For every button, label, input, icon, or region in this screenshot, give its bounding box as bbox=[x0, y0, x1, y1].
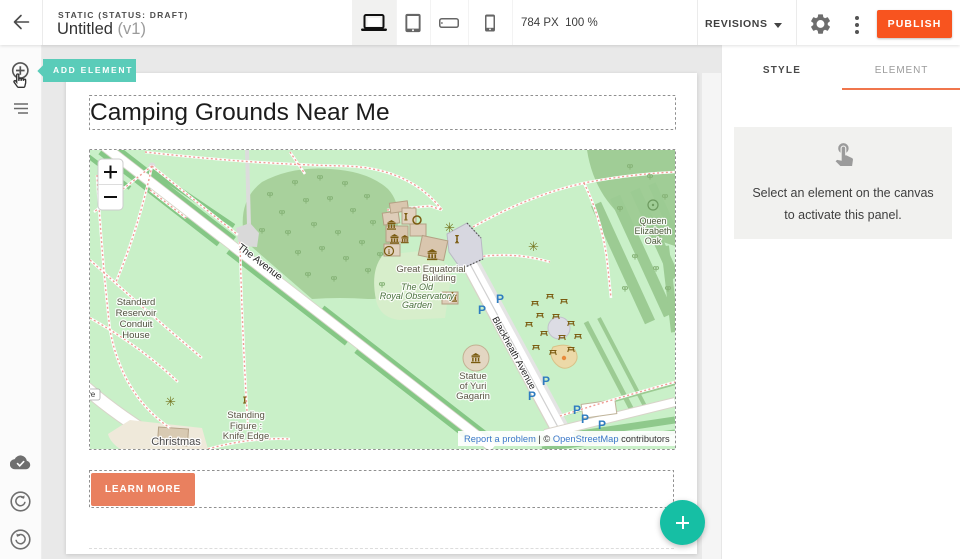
svg-text:Elizabeth: Elizabeth bbox=[634, 226, 671, 236]
svg-text:i: i bbox=[388, 248, 390, 256]
svg-text:Queen: Queen bbox=[639, 216, 666, 226]
svg-text:Standard: Standard bbox=[117, 297, 156, 308]
svg-text:ve: ve bbox=[90, 390, 96, 399]
svg-text:Gagarin: Gagarin bbox=[456, 391, 490, 402]
svg-text:Garden: Garden bbox=[402, 300, 432, 310]
svg-text:Standing: Standing bbox=[227, 410, 265, 421]
svg-text:House: House bbox=[122, 330, 149, 341]
svg-text:Knife Edge: Knife Edge bbox=[223, 431, 269, 442]
svg-text:Report a problem | © OpenStree: Report a problem | © OpenStreetMap contr… bbox=[464, 434, 670, 444]
svg-text:Conduit: Conduit bbox=[120, 319, 153, 330]
svg-text:Christmas: Christmas bbox=[151, 436, 201, 448]
svg-text:Reservoir: Reservoir bbox=[116, 308, 157, 319]
svg-text:Oak: Oak bbox=[645, 236, 662, 246]
